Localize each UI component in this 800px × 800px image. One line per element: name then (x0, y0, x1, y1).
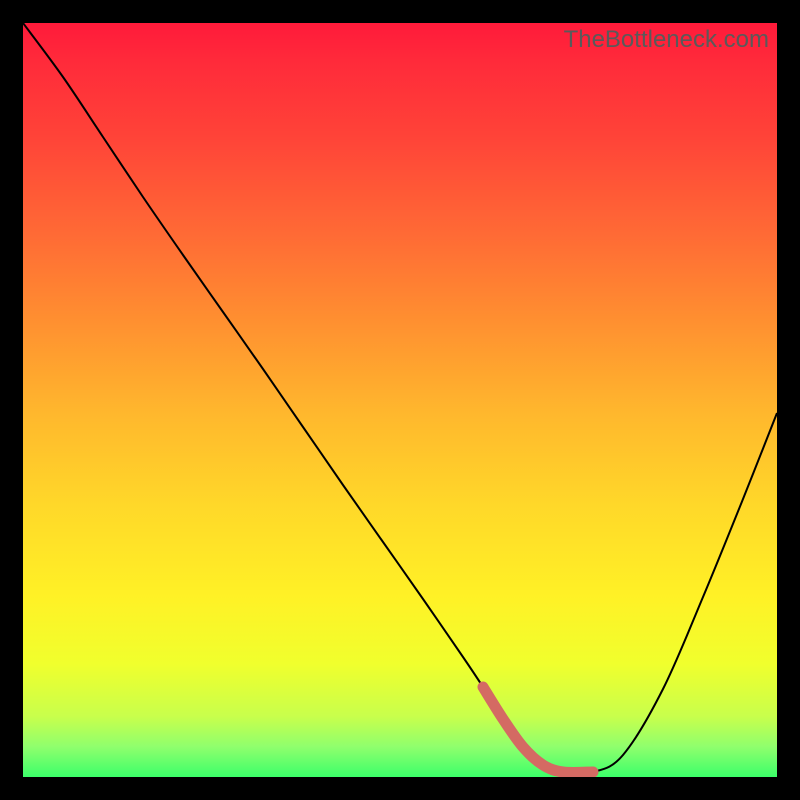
plot-area: TheBottleneck.com (23, 23, 777, 777)
watermark-text: TheBottleneck.com (564, 26, 769, 54)
curve-svg (23, 23, 777, 777)
chart-container: TheBottleneck.com (0, 0, 800, 800)
main-curve-path (23, 23, 777, 774)
highlight-segment-path (483, 687, 593, 773)
